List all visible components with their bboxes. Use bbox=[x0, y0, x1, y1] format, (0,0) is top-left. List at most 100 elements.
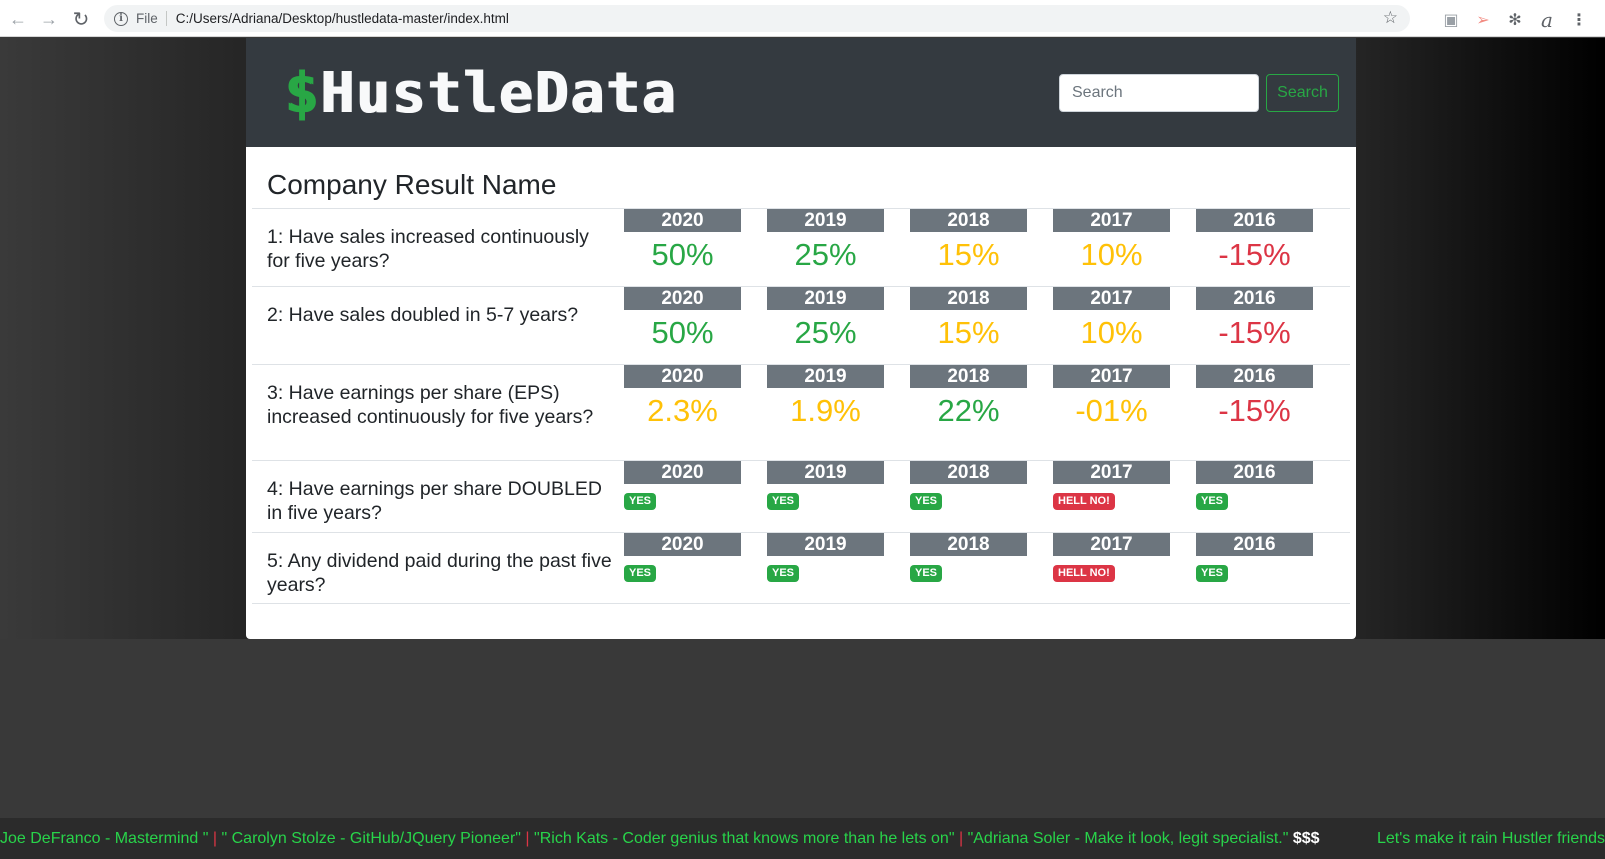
bookmark-star-icon[interactable]: ☆ bbox=[1383, 8, 1398, 28]
question-text: 1: Have sales increased continuously for… bbox=[267, 226, 589, 272]
year-cell-2019: 2019 25% bbox=[767, 287, 884, 352]
year-cell-2019: 2019 1.9% bbox=[767, 365, 884, 430]
year-header: 2018 bbox=[910, 461, 1027, 484]
browser-toolbar: ← → ↻ i File C:/Users/Adriana/Desktop/hu… bbox=[0, 0, 1605, 37]
year-header: 2016 bbox=[1196, 287, 1313, 310]
year-header: 2017 bbox=[1053, 365, 1170, 388]
year-header: 2019 bbox=[767, 365, 884, 388]
ticker-quotes: Joe DeFranco - Mastermind " | " Carolyn … bbox=[0, 818, 1320, 859]
ticker-item: "Rich Kats - Coder genius that knows mor… bbox=[534, 830, 955, 847]
year-cell-2017: 2017 10% bbox=[1053, 209, 1170, 274]
year-header: 2019 bbox=[767, 287, 884, 310]
year-cell-2017: 2017 HELL NO! bbox=[1053, 533, 1170, 582]
file-label: File bbox=[136, 11, 167, 26]
year-cell-2019: 2019 25% bbox=[767, 209, 884, 274]
year-value: 15% bbox=[937, 315, 1000, 350]
year-header: 2018 bbox=[910, 365, 1027, 388]
question-text: 2: Have sales doubled in 5-7 years? bbox=[267, 304, 579, 326]
question-row: 2: Have sales doubled in 5-7 years? 2020 5… bbox=[252, 286, 1350, 364]
year-cell-2017: 2017 HELL NO! bbox=[1053, 461, 1170, 510]
year-header: 2020 bbox=[624, 365, 741, 388]
year-header: 2016 bbox=[1196, 533, 1313, 556]
year-header: 2018 bbox=[910, 209, 1027, 232]
ticker-separator: | bbox=[525, 830, 530, 847]
year-cell-2016: 2016 YES bbox=[1196, 533, 1313, 582]
year-value: 50% bbox=[651, 315, 714, 350]
menu-kebab-icon[interactable]: ⋮ bbox=[1570, 10, 1588, 30]
question-text: 4: Have earnings per share DOUBLED in fi… bbox=[267, 478, 602, 524]
year-cell-2016: 2016 -15% bbox=[1196, 209, 1313, 274]
year-value: 50% bbox=[651, 237, 714, 272]
year-header: 2018 bbox=[910, 533, 1027, 556]
year-value: 25% bbox=[794, 315, 857, 350]
year-cell-2019: 2019 YES bbox=[767, 533, 884, 582]
back-arrow-icon[interactable]: ← bbox=[3, 4, 33, 34]
year-cell-2016: 2016 -15% bbox=[1196, 365, 1313, 430]
year-value: 10% bbox=[1080, 315, 1143, 350]
question-text: 3: Have earnings per share (EPS) increas… bbox=[267, 382, 594, 428]
year-value: -15% bbox=[1218, 315, 1291, 350]
search-button[interactable]: Search bbox=[1266, 74, 1339, 112]
question-row: 5: Any dividend paid during the past fiv… bbox=[252, 532, 1350, 604]
year-header: 2016 bbox=[1196, 461, 1313, 484]
question-row: 4: Have earnings per share DOUBLED in fi… bbox=[252, 460, 1350, 532]
year-header: 2017 bbox=[1053, 461, 1170, 484]
yes-badge: YES bbox=[767, 565, 800, 582]
year-cell-2017: 2017 -01% bbox=[1053, 365, 1170, 430]
no-badge: HELL NO! bbox=[1053, 493, 1115, 510]
year-header: 2016 bbox=[1196, 209, 1313, 232]
extension-arrow-icon[interactable]: ➢ bbox=[1474, 10, 1492, 30]
navbar: $HustleData Search bbox=[246, 38, 1356, 147]
company-result-title: Company Result Name bbox=[267, 169, 557, 200]
year-value: 15% bbox=[937, 237, 1000, 272]
year-header: 2019 bbox=[767, 533, 884, 556]
year-header: 2017 bbox=[1053, 287, 1170, 310]
year-value: 1.9% bbox=[790, 393, 861, 428]
search-input[interactable] bbox=[1059, 74, 1259, 112]
ticker-closing: Let's make it rain Hustler friends! bbox=[1377, 830, 1605, 847]
year-cell-2019: 2019 YES bbox=[767, 461, 884, 510]
year-header: 2017 bbox=[1053, 533, 1170, 556]
year-header: 2020 bbox=[624, 287, 741, 310]
year-cell-2018: 2018 22% bbox=[910, 365, 1027, 430]
year-cell-2016: 2016 YES bbox=[1196, 461, 1313, 510]
ticker-dollars: $$$ bbox=[1292, 830, 1320, 847]
puzzle-icon[interactable]: ✻ bbox=[1506, 10, 1524, 30]
yes-badge: YES bbox=[1196, 493, 1229, 510]
brand-logo[interactable]: $HustleData bbox=[284, 64, 677, 124]
yes-badge: YES bbox=[910, 565, 943, 582]
year-value: 22% bbox=[937, 393, 1000, 428]
year-header: 2020 bbox=[624, 461, 741, 484]
yes-badge: YES bbox=[1196, 565, 1229, 582]
year-cell-2020: 2020 YES bbox=[624, 533, 741, 582]
brand-dollar-sign: $ bbox=[284, 61, 320, 126]
year-cell-2020: 2020 50% bbox=[624, 209, 741, 274]
year-cell-2020: 2020 2.3% bbox=[624, 365, 741, 430]
year-header: 2020 bbox=[624, 209, 741, 232]
year-header: 2019 bbox=[767, 461, 884, 484]
address-bar[interactable]: i File C:/Users/Adriana/Desktop/hustleda… bbox=[104, 5, 1410, 32]
year-header: 2020 bbox=[624, 533, 741, 556]
year-cell-2018: 2018 15% bbox=[910, 287, 1027, 352]
yes-badge: YES bbox=[767, 493, 800, 510]
year-cell-2016: 2016 -15% bbox=[1196, 287, 1313, 352]
extension-a-icon[interactable]: a bbox=[1538, 8, 1556, 32]
year-header: 2017 bbox=[1053, 209, 1170, 232]
year-header: 2018 bbox=[910, 287, 1027, 310]
footer-ticker: Joe DeFranco - Mastermind " | " Carolyn … bbox=[0, 818, 1605, 859]
info-icon[interactable]: i bbox=[114, 11, 128, 26]
year-value: -15% bbox=[1218, 393, 1291, 428]
ticker-item: "Adriana Soler - Make it look, legit spe… bbox=[967, 830, 1289, 847]
forward-arrow-icon[interactable]: → bbox=[34, 4, 64, 34]
question-row: 1: Have sales increased continuously for… bbox=[252, 208, 1350, 286]
extension-icons: ▣ ➢ ✻ a ⋮ bbox=[1442, 8, 1588, 32]
url-text[interactable]: C:/Users/Adriana/Desktop/hustledata-mast… bbox=[176, 11, 509, 26]
no-badge: HELL NO! bbox=[1053, 565, 1115, 582]
ticker-separator: | bbox=[212, 830, 218, 847]
year-cell-2020: 2020 50% bbox=[624, 287, 741, 352]
extension-square-icon[interactable]: ▣ bbox=[1442, 10, 1460, 30]
results-card: Company Result Name 1: Have sales increa… bbox=[246, 147, 1356, 639]
year-value: -15% bbox=[1218, 237, 1291, 272]
year-value: 10% bbox=[1080, 237, 1143, 272]
reload-icon[interactable]: ↻ bbox=[66, 4, 96, 34]
